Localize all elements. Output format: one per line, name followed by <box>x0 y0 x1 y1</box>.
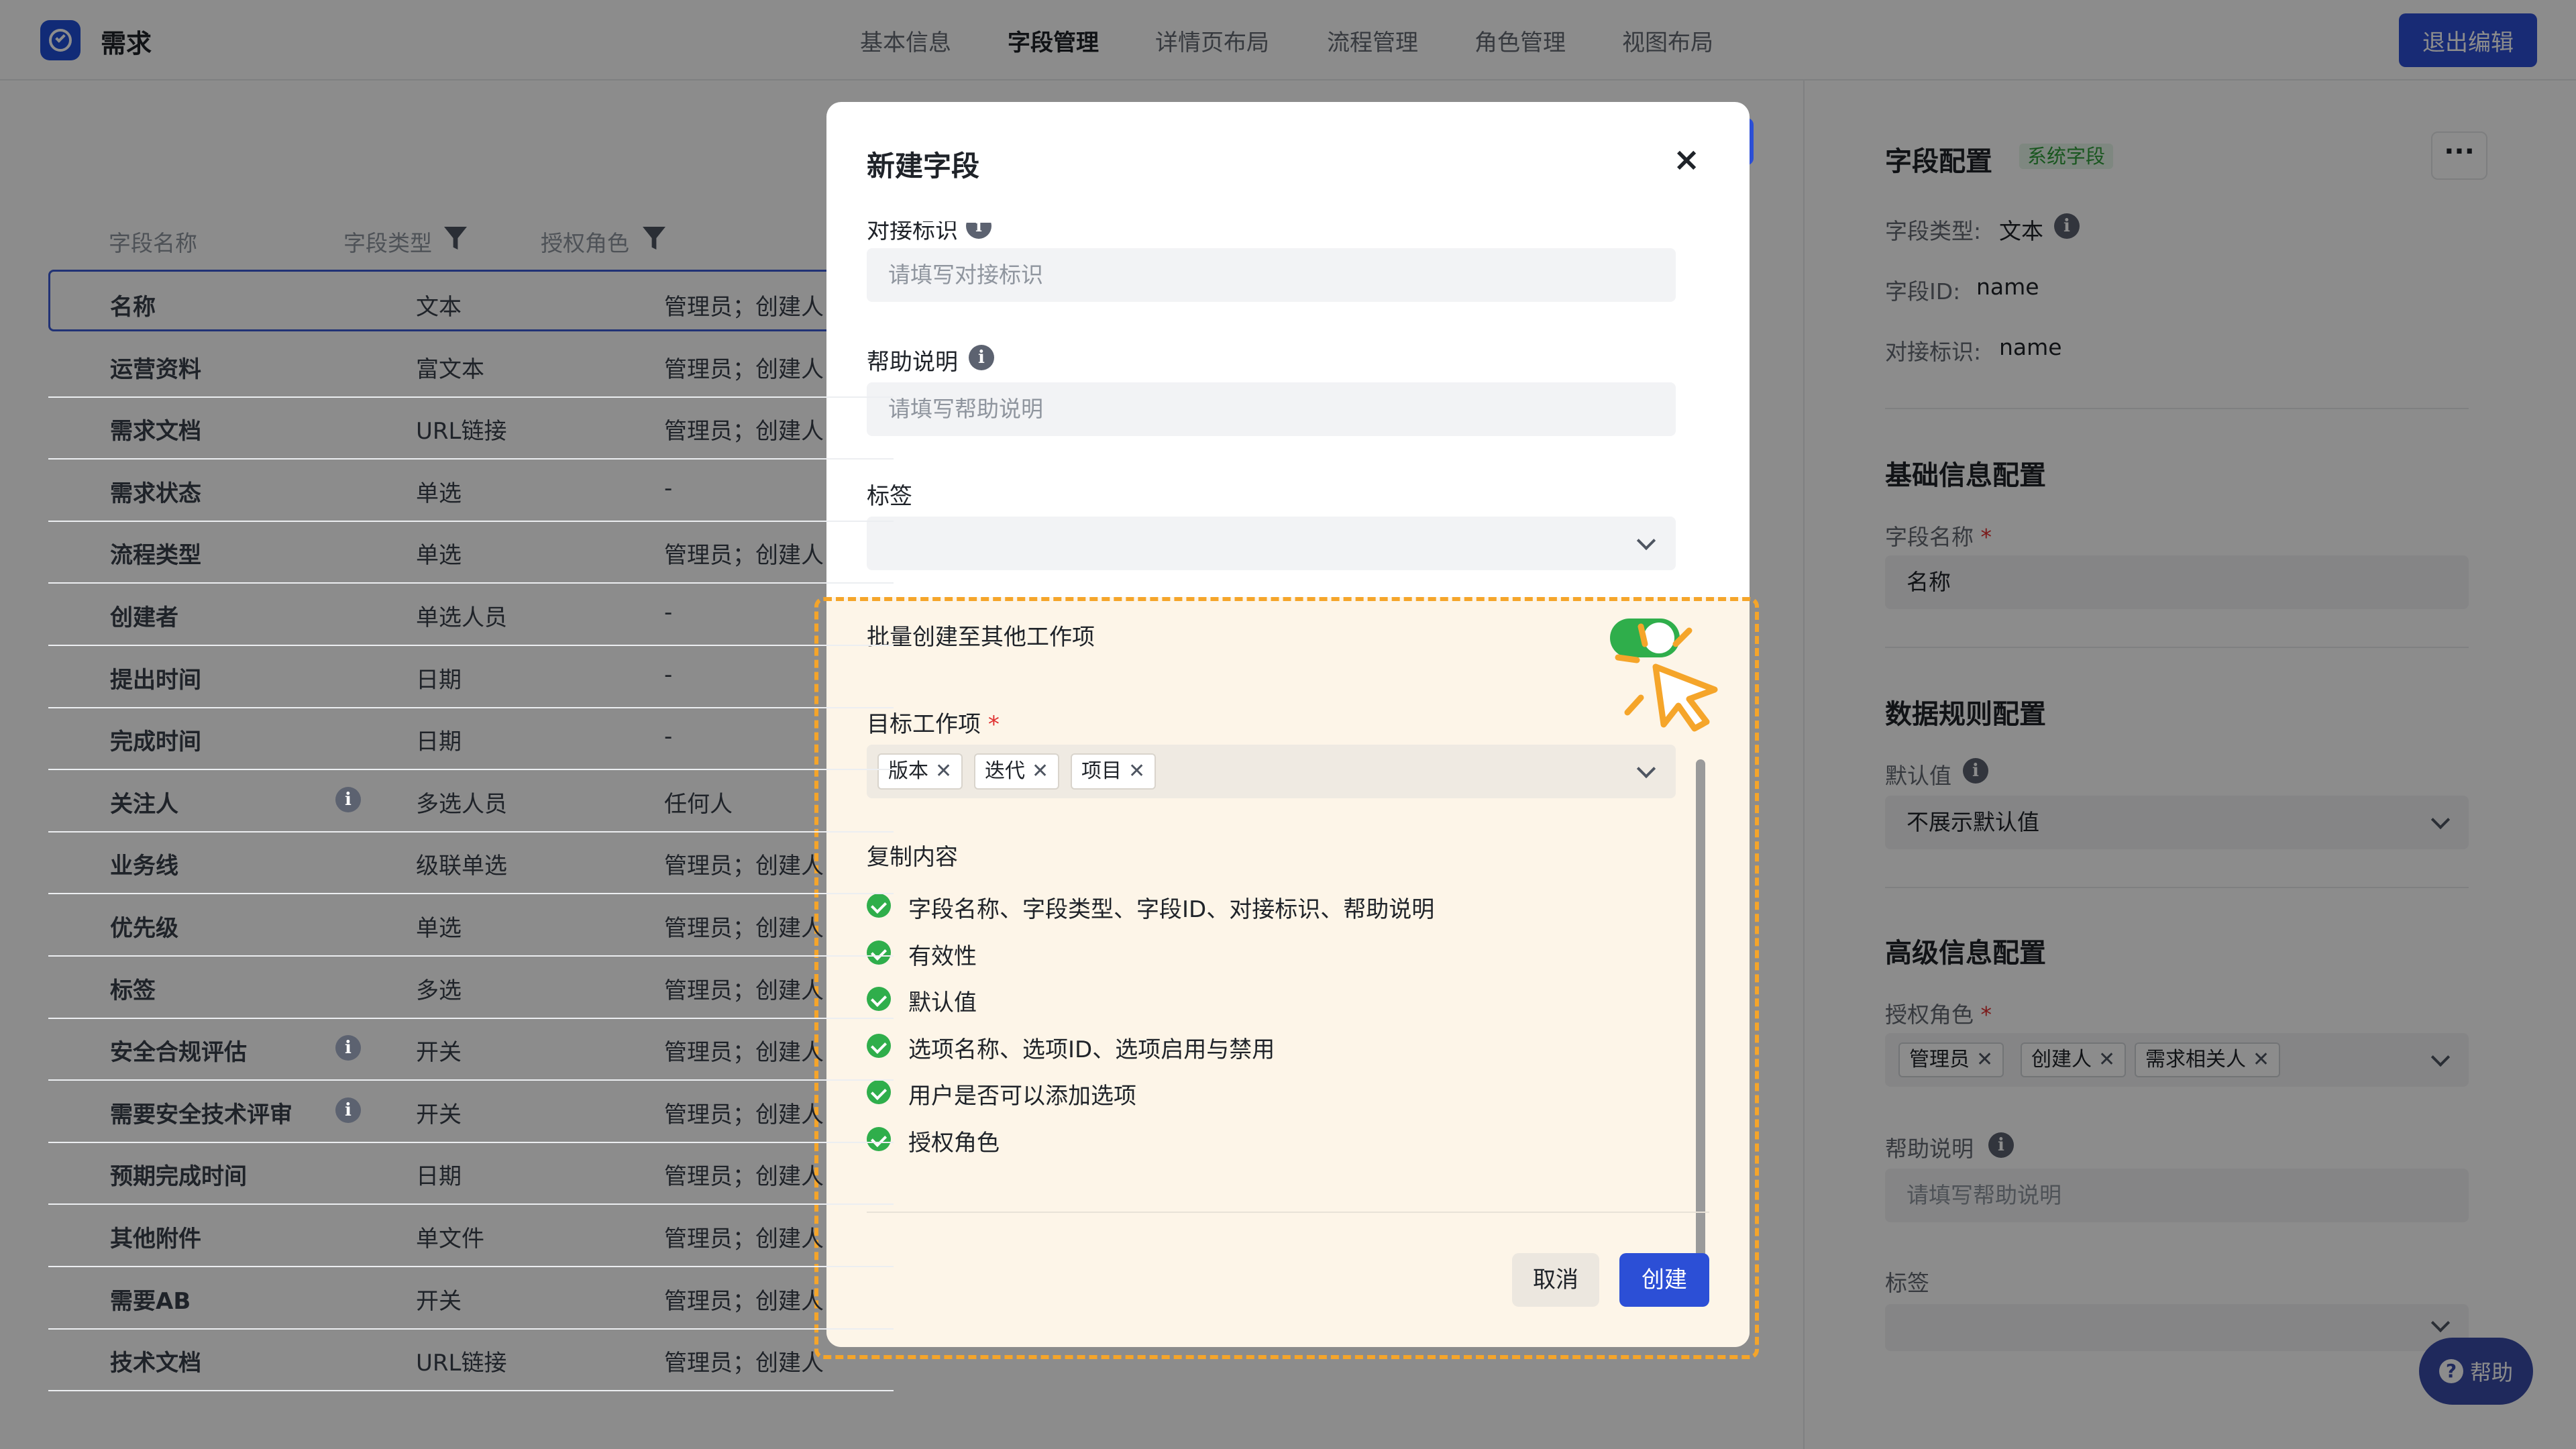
field-role-cell: 管理员；创建人 <box>664 1163 824 1191</box>
row-divider <box>48 830 894 833</box>
dialog-title: 新建字段 <box>867 150 980 182</box>
field-role-cell: 管理员；创建人 <box>664 1287 824 1315</box>
row-divider <box>48 1141 894 1143</box>
field-type-cell: URL链接 <box>416 1350 507 1377</box>
info-icon: i <box>335 1035 361 1061</box>
field-name-cell: 技术文档 <box>110 1350 201 1377</box>
field-type-cell: 文本 <box>416 294 462 321</box>
tag-label: 标签 <box>867 483 912 510</box>
field-type-cell: 单选人员 <box>416 604 507 631</box>
field-role-cell: - <box>664 474 673 502</box>
field-type-cell: 日期 <box>416 1163 462 1191</box>
field-type-cell: 日期 <box>416 729 462 756</box>
field-role-cell: 管理员；创建人 <box>664 418 824 445</box>
field-type-cell: 单选 <box>416 542 462 570</box>
field-type-cell: 开关 <box>416 1101 462 1128</box>
field-role-cell: 管理员；创建人 <box>664 1039 824 1067</box>
field-name-cell: 运营资料 <box>110 356 201 383</box>
field-name-cell: 预期完成时间 <box>110 1163 247 1191</box>
field-role-cell: - <box>664 661 673 688</box>
key-input[interactable]: 请填写对接标识 <box>867 248 1676 302</box>
field-type-cell: 开关 <box>416 1039 462 1067</box>
field-type-cell: 单文件 <box>416 1226 484 1252</box>
field-name-cell: 流程类型 <box>110 542 201 570</box>
field-role-cell: 管理员；创建人 <box>664 1226 824 1252</box>
field-name-cell: 优先级 <box>110 915 178 942</box>
field-name-cell: 创建者 <box>110 604 178 631</box>
row-divider <box>48 645 894 646</box>
info-icon: i <box>966 223 991 239</box>
row-divider <box>48 1203 894 1205</box>
row-divider <box>48 1328 894 1330</box>
field-role-cell: 管理员；创建人 <box>664 356 824 383</box>
help-input[interactable]: 请填写帮助说明 <box>867 382 1676 436</box>
row-divider <box>48 458 894 460</box>
info-icon: i <box>335 1097 361 1123</box>
info-icon: i <box>335 786 361 812</box>
field-type-cell: 单选 <box>416 480 462 507</box>
field-name-cell: 关注人 <box>110 790 178 818</box>
row-divider <box>48 520 894 522</box>
row-divider <box>48 769 894 771</box>
field-name-cell: 需求文档 <box>110 418 201 445</box>
field-role-cell: 管理员；创建人 <box>664 853 824 880</box>
field-name-cell: 需要安全技术评审 <box>110 1101 292 1128</box>
field-role-cell: 管理员；创建人 <box>664 977 824 1004</box>
field-type-cell: 单选 <box>416 915 462 942</box>
field-role-cell: 管理员；创建人 <box>664 1350 824 1377</box>
field-type-cell: 日期 <box>416 666 462 694</box>
field-name-cell: 需要AB <box>110 1287 191 1315</box>
field-type-cell: 级联单选 <box>416 853 507 880</box>
field-role-cell: 任何人 <box>664 790 733 818</box>
field-type-cell: URL链接 <box>416 418 507 445</box>
field-name-cell: 需求状态 <box>110 480 201 507</box>
row-divider <box>48 1017 894 1019</box>
field-name-cell: 完成时间 <box>110 729 201 756</box>
key-label: 对接标识 <box>867 217 958 244</box>
field-type-cell: 富文本 <box>416 356 484 383</box>
row-divider <box>48 396 894 398</box>
field-name-cell: 其他附件 <box>110 1226 201 1252</box>
tag-select[interactable] <box>867 517 1676 570</box>
field-type-cell: 多选 <box>416 977 462 1004</box>
field-name-cell: 名称 <box>110 294 156 321</box>
click-cursor-icon <box>1615 623 1718 732</box>
row-divider <box>48 706 894 708</box>
field-name-cell: 业务线 <box>110 853 178 880</box>
field-role-cell: - <box>664 599 673 626</box>
field-name-cell: 提出时间 <box>110 666 201 694</box>
field-role-cell: 管理员；创建人 <box>664 1101 824 1128</box>
field-type-cell: 多选人员 <box>416 790 507 818</box>
field-role-cell: 管理员；创建人 <box>664 542 824 570</box>
field-role-cell: 管理员；创建人 <box>664 294 824 321</box>
row-divider <box>48 955 894 957</box>
field-type-cell: 开关 <box>416 1287 462 1315</box>
field-name-cell: 标签 <box>110 977 156 1004</box>
row-divider <box>48 1390 894 1392</box>
field-name-cell: 安全合规评估 <box>110 1039 247 1067</box>
info-icon: i <box>969 345 994 370</box>
row-divider <box>48 893 894 895</box>
field-role-cell: 管理员；创建人 <box>664 915 824 942</box>
row-divider <box>48 582 894 584</box>
field-role-cell: - <box>664 723 673 751</box>
row-divider <box>48 1079 894 1081</box>
help-label: 帮助说明 <box>867 349 958 376</box>
close-icon[interactable]: × <box>1673 141 1700 178</box>
row-divider <box>48 1266 894 1267</box>
